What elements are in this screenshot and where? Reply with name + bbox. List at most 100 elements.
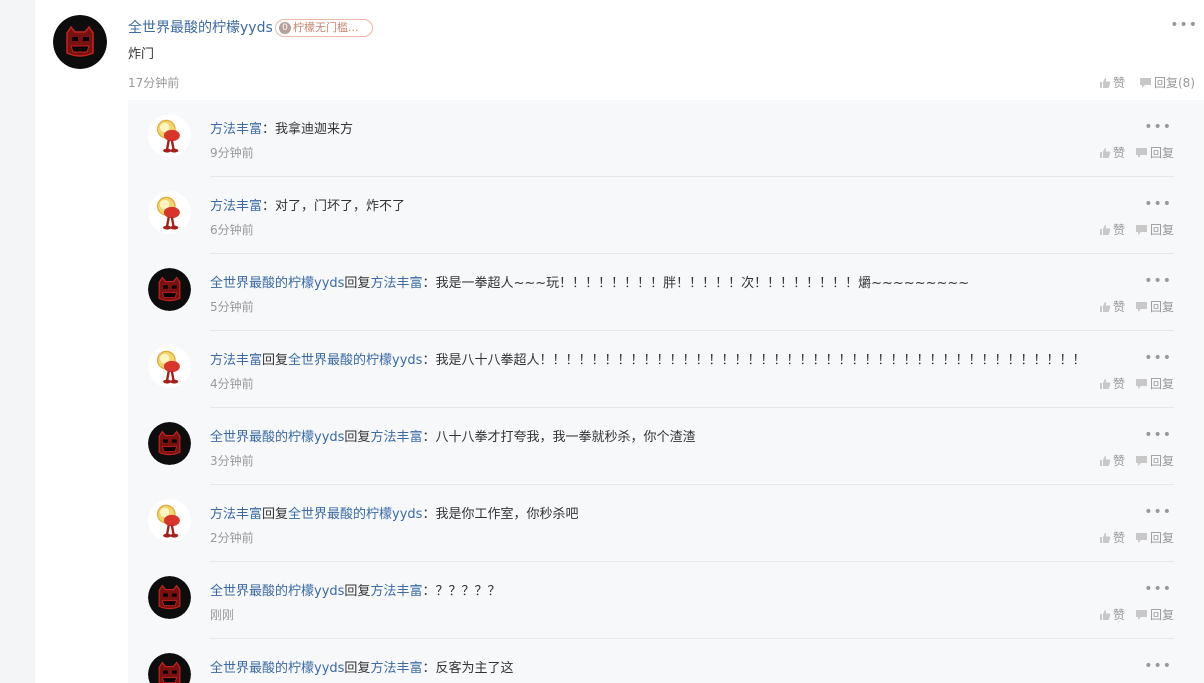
more-options-icon[interactable]: ••• [1144, 505, 1172, 519]
comment-icon [1135, 224, 1147, 235]
reply-button[interactable]: 回复 [1135, 529, 1174, 546]
comment-icon [1140, 77, 1151, 88]
reply-item: 全世界最酸的柠檬yyds回复方法丰富：？？？？？ 刚刚 ••• 赞回复 [128, 562, 1204, 639]
reply-author[interactable]: 方法丰富 [210, 507, 262, 522]
reply-actions: 赞 回复 [1099, 606, 1174, 624]
reply-label: 回复 [1149, 223, 1174, 237]
reply-content: ：对了，门坏了，炸不了 [262, 199, 406, 214]
reply-text: 全世界最酸的柠檬yyds回复方法丰富：八十八拳才打夸我，我一拳就秒杀，你个渣渣 [210, 426, 695, 445]
thumb-up-icon [1099, 455, 1111, 466]
like-button[interactable]: 赞 [1099, 529, 1125, 546]
reply-item: 方法丰富：对了，门坏了，炸不了 6分钟前 ••• 赞 回复 [128, 177, 1204, 254]
more-options-icon[interactable]: ••• [1144, 197, 1172, 211]
reply-author[interactable]: 全世界最酸的柠檬yyds [210, 276, 344, 291]
like-button[interactable]: 赞 [1099, 298, 1125, 315]
reply-label: 回复 [1149, 146, 1174, 160]
reply-item: 全世界最酸的柠檬yyds回复方法丰富：八十八拳才打夸我，我一拳就秒杀，你个渣渣 3… [128, 408, 1204, 485]
reply-word: 回复 [344, 584, 371, 599]
reply-word: 回复 [262, 353, 289, 368]
reply-target[interactable]: 方法丰富 [370, 276, 422, 291]
reply-time: 3分钟前 [210, 454, 254, 468]
reply-text: 全世界最酸的柠檬yyds回复方法丰富：我是一拳超人~~~玩！！！！！！！！胖！！… [210, 272, 969, 291]
reply-item: 方法丰富回复全世界最酸的柠檬yyds：我是你工作室，你秒杀吧 2分钟前 ••• 赞回复 [128, 485, 1204, 562]
more-options-icon[interactable]: ••• [1144, 274, 1172, 288]
comment-icon [1135, 609, 1147, 620]
thumb-up-icon [1099, 609, 1111, 620]
like-label: 赞 [1112, 454, 1125, 468]
more-options-icon[interactable]: ••• [1144, 659, 1172, 673]
reply-actions: 赞 回复 [1099, 452, 1174, 470]
like-label: 赞 [1112, 223, 1125, 237]
reply-target[interactable]: 方法丰富 [370, 661, 422, 676]
thumb-up-icon [1099, 147, 1111, 158]
more-options-icon[interactable]: ••• [1144, 582, 1172, 596]
reply-text: 方法丰富：对了，门坏了，炸不了 [210, 195, 405, 214]
like-button[interactable]: 赞 [1099, 144, 1125, 161]
reply-button[interactable]: 回复(8) [1139, 74, 1195, 91]
reply-word: 回复 [344, 276, 371, 291]
reply-text: 全世界最酸的柠檬yyds回复方法丰富：？？？？？ [210, 580, 500, 599]
reply-author[interactable]: 全世界最酸的柠檬yyds [210, 661, 344, 676]
plant-avatar[interactable] [148, 191, 191, 234]
reply-button[interactable]: 回复 [1135, 452, 1174, 469]
thumb-up-icon [1099, 224, 1111, 235]
reply-author[interactable]: 全世界最酸的柠檬yyds [210, 430, 344, 445]
comment-icon [1135, 532, 1147, 543]
mask-avatar[interactable] [148, 422, 191, 465]
reply-label: 回复 [1149, 377, 1174, 391]
reply-content: ：我拿迪迦来方 [262, 122, 354, 137]
reply-author[interactable]: 方法丰富 [210, 122, 262, 137]
reply-actions: 赞 回复 [1099, 144, 1174, 162]
reply-button[interactable]: 回复 [1135, 375, 1174, 392]
reply-author[interactable]: 方法丰富 [210, 199, 262, 214]
mask-avatar[interactable] [148, 653, 191, 683]
reply-content: ：我是你工作室，你秒杀吧 [422, 507, 579, 522]
more-options-icon[interactable]: ••• [1170, 18, 1198, 32]
comment-actions: 赞 回复(8) [1099, 74, 1195, 92]
reply-content: ：反客为主了这 [422, 661, 514, 676]
like-label: 赞 [1112, 377, 1125, 391]
plant-avatar[interactable] [148, 114, 191, 157]
comment-panel: 全世界最酸的柠檬yyds 0 柠檬无门槛... ••• 炸门 17分钟前 赞 回复… [35, 0, 1204, 683]
reply-text: 方法丰富回复全世界最酸的柠檬yyds：我是你工作室，你秒杀吧 [210, 503, 578, 522]
reply-target[interactable]: 全世界最酸的柠檬yyds [288, 507, 422, 522]
plant-avatar[interactable] [148, 499, 191, 542]
reply-button[interactable]: 回复 [1135, 144, 1174, 161]
reply-item: 方法丰富：我拿迪迦来方 9分钟前 ••• 赞 回复 [128, 100, 1204, 177]
reply-label: 回复 [1149, 531, 1174, 545]
like-button[interactable]: 赞 [1099, 74, 1125, 91]
reply-list: 方法丰富：我拿迪迦来方 9分钟前 ••• 赞回复 方法丰富：对了，门坏了，炸不了 6分钟前… [128, 100, 1204, 683]
mask-avatar[interactable] [148, 576, 191, 619]
reply-author[interactable]: 全世界最酸的柠檬yyds [210, 584, 344, 599]
reply-time: 5分钟前 [210, 300, 254, 314]
like-button[interactable]: 赞 [1099, 221, 1125, 238]
reply-button[interactable]: 回复 [1135, 298, 1174, 315]
like-button[interactable]: 赞 [1099, 452, 1125, 469]
comment-time: 17分钟前 [128, 76, 180, 90]
badge-level-icon: 0 [279, 22, 291, 34]
reply-target[interactable]: 方法丰富 [370, 584, 422, 599]
reply-target[interactable]: 方法丰富 [370, 430, 422, 445]
reply-button[interactable]: 回复 [1135, 606, 1174, 623]
reply-content: ：我是八十八拳超人！！！！！！！！！！！！！！！！！！！！！！！！！！！！！！！… [422, 353, 1086, 368]
plant-avatar[interactable] [148, 345, 191, 388]
reply-label: 回复(8) [1154, 76, 1195, 90]
more-options-icon[interactable]: ••• [1144, 351, 1172, 365]
comment-author[interactable]: 全世界最酸的柠檬yyds [128, 17, 273, 37]
reply-author[interactable]: 方法丰富 [210, 353, 262, 368]
reply-item: 全世界最酸的柠檬yyds回复方法丰富：我是一拳超人~~~玩！！！！！！！！胖！！… [128, 254, 1204, 331]
reply-content: ：我是一拳超人~~~玩！！！！！！！！胖！！！！！次！！！！！！！！爝~~~~~… [422, 276, 970, 291]
like-button[interactable]: 赞 [1099, 375, 1125, 392]
reply-label: 回复 [1149, 454, 1174, 468]
user-badge[interactable]: 0 柠檬无门槛... [275, 19, 373, 37]
thumb-up-icon [1099, 378, 1111, 389]
like-button[interactable]: 赞 [1099, 606, 1125, 623]
reply-button[interactable]: 回复 [1135, 221, 1174, 238]
mask-avatar[interactable] [148, 268, 191, 311]
more-options-icon[interactable]: ••• [1144, 428, 1172, 442]
mask-avatar[interactable] [53, 15, 107, 69]
more-options-icon[interactable]: ••• [1144, 120, 1172, 134]
comment-icon [1135, 301, 1147, 312]
reply-target[interactable]: 全世界最酸的柠檬yyds [288, 353, 422, 368]
reply-text: 方法丰富回复全世界最酸的柠檬yyds：我是八十八拳超人！！！！！！！！！！！！！… [210, 349, 1085, 368]
